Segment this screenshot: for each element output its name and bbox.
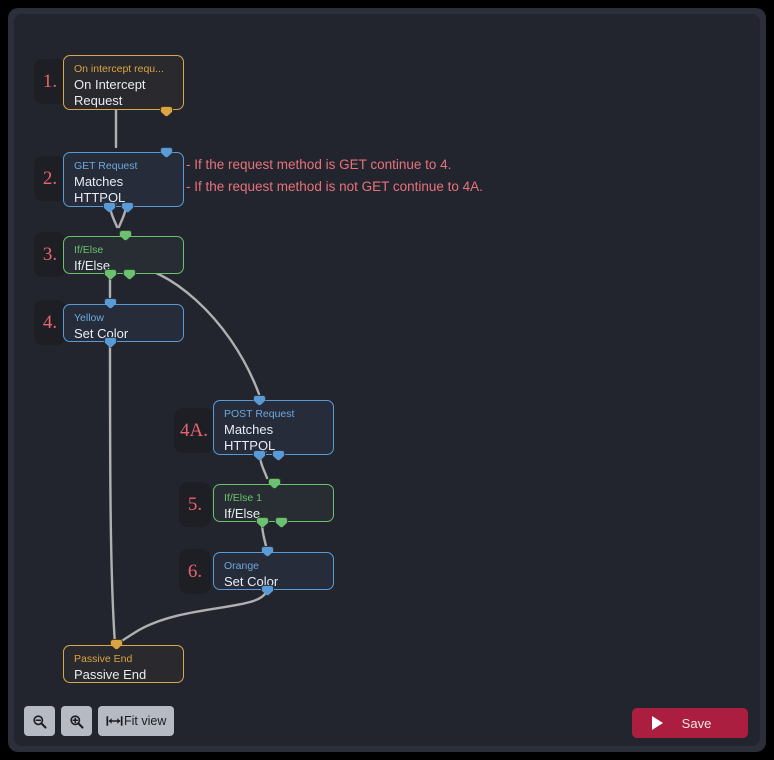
handle-input[interactable] (261, 546, 274, 557)
handle-output-false[interactable] (121, 202, 134, 213)
node-title-label: If/Else (224, 506, 261, 521)
node-title-label: Set Color (74, 326, 129, 341)
annotation-text: - If the request method is GET continue … (186, 154, 483, 198)
handle-output-false[interactable] (272, 450, 285, 461)
step-badge-6: 6. (179, 549, 211, 594)
handle-input[interactable] (119, 230, 132, 241)
handle-output-false[interactable] (275, 517, 288, 528)
node-type-label: On intercept requ... (74, 63, 164, 75)
flow-canvas[interactable]: 1. On intercept requ... On Intercept Req… (14, 14, 760, 692)
node-on-intercept-request[interactable]: On intercept requ... On Intercept Reques… (63, 55, 184, 117)
annotation-line-2: - If the request method is not GET conti… (186, 179, 483, 194)
step-badge-4a: 4A. (174, 408, 214, 453)
node-type-label: POST Request (224, 408, 295, 420)
annotation-line-1: - If the request method is GET continue … (186, 157, 452, 172)
fit-view-button[interactable]: Fit view (98, 706, 175, 736)
fit-view-label: Fit view (124, 714, 167, 728)
step-badge-2: 2. (34, 156, 66, 201)
handle-input[interactable] (110, 639, 123, 650)
zoom-in-icon (70, 714, 84, 729)
canvas-controls: Fit view (24, 706, 175, 736)
handle-input[interactable] (160, 147, 173, 158)
node-get-request[interactable]: GET Request Matches HTTPQL (63, 147, 184, 213)
step-badge-4: 4. (34, 300, 66, 345)
handle-output[interactable] (261, 585, 274, 596)
edge-4-to-passive-end (108, 334, 117, 646)
handle-output-true[interactable] (104, 269, 117, 280)
edge-6-to-passive-end (114, 586, 269, 647)
node-type-label: GET Request (74, 160, 138, 172)
handle-input[interactable] (104, 298, 117, 309)
handle-output-true[interactable] (256, 517, 269, 528)
handle-output[interactable] (160, 106, 173, 117)
handle-input[interactable] (253, 395, 266, 406)
save-button-label: Save (681, 715, 712, 731)
workflow-editor-panel: 1. On intercept requ... On Intercept Req… (14, 14, 760, 746)
node-type-label: Orange (224, 560, 260, 572)
zoom-in-button[interactable] (61, 706, 92, 736)
node-type-label: Yellow (74, 312, 104, 324)
zoom-out-button[interactable] (24, 706, 55, 736)
zoom-out-icon (33, 714, 47, 729)
step-badge-1: 1. (34, 59, 66, 104)
fit-view-icon (106, 716, 123, 726)
node-title-label: Matches HTTPQL (74, 174, 126, 205)
node-title-label: On Intercept Request (74, 77, 146, 108)
node-title-label: Passive End (74, 667, 147, 682)
play-icon (652, 716, 663, 730)
handle-input[interactable] (268, 478, 281, 489)
handle-output-true[interactable] (253, 450, 266, 461)
node-if-else[interactable]: If/Else If/Else (63, 230, 184, 280)
node-set-color-yellow[interactable]: Yellow Set Color (63, 298, 184, 348)
edge-layer (107, 100, 269, 647)
node-post-request[interactable]: POST Request Matches HTTPQL (213, 395, 334, 461)
node-title-label: Matches HTTPQL (224, 422, 276, 453)
node-type-label: Passive End (74, 653, 133, 665)
node-if-else-1[interactable]: If/Else 1 If/Else (213, 478, 334, 528)
node-type-label: If/Else 1 (224, 492, 262, 504)
handle-output-true[interactable] (103, 202, 116, 213)
handle-output[interactable] (104, 337, 117, 348)
node-set-color-orange[interactable]: Orange Set Color (213, 546, 334, 596)
application-window: 1. On intercept requ... On Intercept Req… (8, 8, 766, 752)
node-passive-end[interactable]: Passive End Passive End (63, 639, 184, 683)
handle-output-false[interactable] (123, 269, 136, 280)
save-button[interactable]: Save (632, 708, 748, 738)
step-badge-3: 3. (34, 232, 66, 277)
node-type-label: If/Else (74, 244, 104, 256)
step-badge-5: 5. (179, 482, 211, 527)
